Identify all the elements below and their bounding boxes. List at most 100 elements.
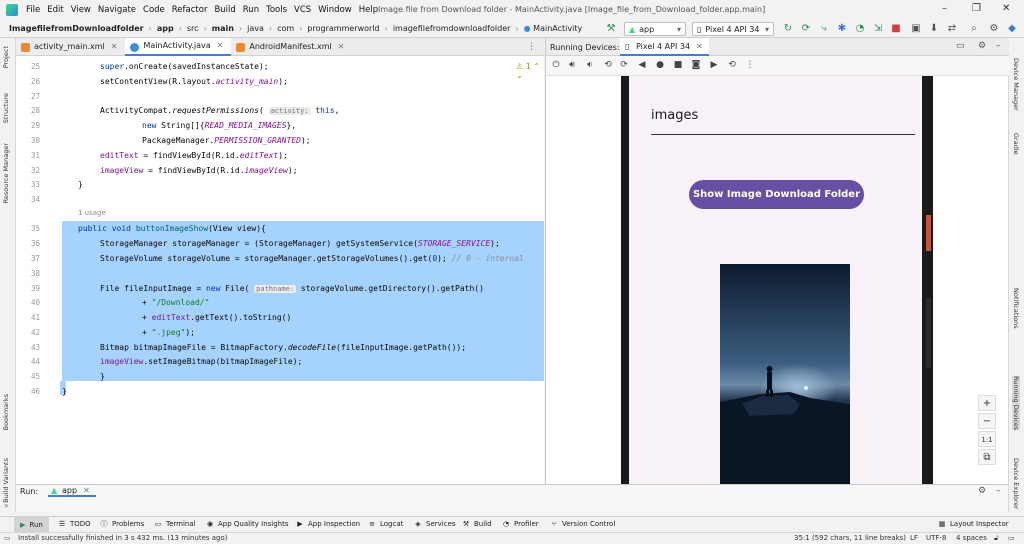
lock-icon[interactable]: 🔓︎ [994,534,999,543]
rerun-side-icon[interactable]: » [4,501,9,510]
minimize-icon[interactable]: – [942,3,947,14]
menu-tools[interactable]: Tools [266,5,287,15]
tool-window-terminal[interactable]: ▭ Terminal [154,520,196,528]
menu-build[interactable]: Build [214,5,235,15]
rotate-right-icon[interactable]: ⟳ [618,60,630,70]
breadcrumb-com[interactable]: com [277,24,294,33]
breadcrumb-class[interactable]: ● MainActivity [524,24,583,33]
zoom-fit-button[interactable]: ⧉ [978,449,996,465]
tool-window-todo[interactable]: ☰ TODO [58,520,91,528]
back-icon[interactable]: ◀ [636,60,648,70]
tool-window-profiler[interactable]: ◔ Profiler [502,520,539,528]
zoom-actual-size-button[interactable]: 1:1 [978,431,996,447]
power-icon[interactable]: ⏻ [550,60,562,70]
restore-icon[interactable]: ❐ [972,3,981,14]
apply-code-changes-icon[interactable]: ⤷ [818,22,830,35]
hide-icon[interactable]: – [996,41,1001,51]
zoom-in-button[interactable]: + [978,395,996,411]
menu-help[interactable]: Help [359,5,378,15]
volume-up-icon[interactable]: 🔊︎ [566,60,578,70]
device-screen[interactable]: images Show Image Download Folder [629,76,922,484]
tool-window-logcat[interactable]: ≡ Logcat [368,520,403,528]
breadcrumb-package[interactable]: imagefilefromdownloadfolder [393,24,511,33]
settings-icon[interactable]: ⚙ [978,486,986,496]
tab-list-icon[interactable]: ⋮ [527,42,536,52]
menu-refactor[interactable]: Refactor [172,5,208,15]
close-tab-icon[interactable]: ✕ [338,42,345,51]
status-message[interactable]: Install successfully finished in 3 s 432… [18,534,228,542]
project-tool-button[interactable]: Project [2,46,10,68]
status-panel-icon[interactable]: ▭ [4,534,11,542]
tool-window-problems[interactable]: ⓘ Problems [100,520,145,528]
zoom-out-button[interactable]: − [978,413,996,429]
apply-changes-icon[interactable]: ⟳ [800,22,812,35]
tool-window-run[interactable]: ▶ Run [14,517,49,533]
device-dropdown[interactable]: ▯ Pixel 4 API 34 ▾ [692,22,774,36]
overview-icon[interactable]: ■ [672,60,684,70]
indent-setting[interactable]: 4 spaces [956,534,987,542]
menu-code[interactable]: Code [143,5,165,15]
notifications-tool-button[interactable]: Notifications [1012,288,1020,329]
device-power-button[interactable] [926,215,931,251]
app-edit-text[interactable]: images [651,108,698,123]
debug-icon[interactable]: ✱ [836,22,848,35]
structure-tool-button[interactable]: Structure [2,93,10,123]
stop-icon[interactable]: ■ [890,22,902,35]
memory-indicator-icon[interactable]: ▭ [1008,534,1015,542]
window-options-icon[interactable]: ▭ [956,41,965,51]
close-tab-icon[interactable]: ✕ [696,42,703,51]
tab-main-activity[interactable]: MainActivity.java ✕ [125,37,232,56]
breadcrumb-app[interactable]: app [157,24,174,33]
breadcrumb-main[interactable]: main [212,24,234,33]
rotate-left-icon[interactable]: ⟲ [602,60,614,70]
running-devices-tool-button[interactable]: Running Devices [1012,376,1020,431]
resource-manager-tool-button[interactable]: Resource Manager [2,143,10,203]
device-manager-tool-button[interactable]: Device Manager [1012,58,1020,111]
close-tab-icon[interactable]: ✕ [111,42,118,51]
usage-hint[interactable]: 1 usage [78,209,106,217]
breadcrumb-src[interactable]: src [187,24,199,33]
code-editor[interactable]: 25 26 27 28 29 30 31 32 33 34 35 36 37 3… [16,56,544,484]
menu-vcs[interactable]: VCS [294,5,311,15]
menu-run[interactable]: Run [243,5,259,15]
gradle-tool-button[interactable]: Gradle [1012,133,1020,155]
hammer-icon[interactable]: ⚒ [605,22,617,35]
run-config-dropdown[interactable]: ▲ app ▾ [624,22,686,36]
record-icon[interactable]: ▶ [708,60,720,70]
gradle-sync-icon[interactable]: ⇄ [946,22,958,35]
settings-icon[interactable]: ⚙ [978,41,986,51]
tool-window-services[interactable]: ◈ Services [414,520,455,528]
build-variants-tool-button[interactable]: Build Variants [2,458,10,503]
show-image-button[interactable]: Show Image Download Folder [689,180,864,209]
line-separator[interactable]: LF [910,534,918,542]
breadcrumb-java[interactable]: java [247,24,264,33]
profile-icon[interactable]: ◔ [854,22,866,35]
breadcrumb-programmerworld[interactable]: programmerworld [307,24,379,33]
attach-debugger-icon[interactable]: ⇲ [872,22,884,35]
warning-indicator[interactable]: ⚠ 1 ⌃ ⌄ [516,62,544,80]
search-icon[interactable]: ⌕ [968,22,980,35]
tab-android-manifest[interactable]: AndroidManifest.xml ✕ [231,38,352,56]
home-icon[interactable]: ● [654,60,666,70]
menu-window[interactable]: Window [318,5,352,15]
settings-icon[interactable]: ⚙ [988,22,1000,35]
sdk-manager-icon[interactable]: ⬇ [928,22,940,35]
caret-position[interactable]: 35:1 (592 chars, 11 line breaks) [794,534,906,542]
close-tab-icon[interactable]: ✕ [217,41,224,50]
menu-file[interactable]: File [26,5,40,15]
run-tab-app[interactable]: ▲ app ✕ [48,485,96,497]
tool-window-version-control[interactable]: ⑂ Version Control [550,520,615,528]
device-tab-pixel4[interactable]: ▯ Pixel 4 API 34 ✕ [620,38,709,56]
menu-edit[interactable]: Edit [47,5,63,15]
tab-activity-main[interactable]: activity_main.xml ✕ [16,38,125,56]
breadcrumb-project[interactable]: ImagefilefromDownloadfolder [9,24,144,33]
tool-window-app-inspection[interactable]: ▶ App Inspection [296,520,360,528]
device-manager-icon[interactable]: ▣ [910,22,922,35]
screenshot-icon[interactable]: ◙ [690,60,702,70]
tool-window-build[interactable]: ⚒ Build [462,520,492,528]
rerun-icon[interactable]: ↻ [782,22,794,35]
close-tab-icon[interactable]: ✕ [83,486,90,495]
tool-window-app-quality[interactable]: ◉ App Quality Insights [206,520,289,528]
close-icon[interactable]: ✕ [1002,3,1010,14]
more-icon[interactable]: ⋮ [744,60,756,70]
